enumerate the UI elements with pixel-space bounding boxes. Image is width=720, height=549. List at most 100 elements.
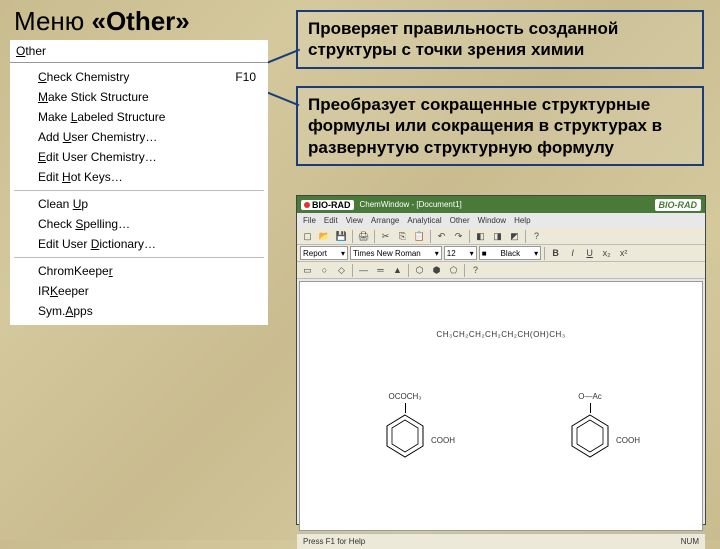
style-select[interactable]: Report▾ xyxy=(300,246,348,260)
menu-item-label: Sym.Apps xyxy=(38,304,93,318)
toolbar-3: ▭ ○ ◇ — ═ ▲ ⬡ ⬢ ⬠ ? xyxy=(297,262,705,279)
label-side: COOH xyxy=(431,436,455,445)
draw-icon[interactable]: ▭ xyxy=(300,263,315,277)
draw-icon[interactable]: ◇ xyxy=(334,263,349,277)
draw-icon[interactable]: — xyxy=(356,263,371,277)
menu-item-label: Clean Up xyxy=(38,197,88,211)
status-num: NUM xyxy=(681,537,699,546)
paste-icon[interactable]: 📋 xyxy=(412,229,427,243)
draw-icon[interactable]: ═ xyxy=(373,263,388,277)
menu-item[interactable]: Make Stick Structure xyxy=(10,87,268,107)
menu-item-label: ChromKeeper xyxy=(38,264,113,278)
style-value: Report xyxy=(303,249,327,258)
font-select[interactable]: Times New Roman▾ xyxy=(350,246,442,260)
menu-item[interactable]: Clean Up xyxy=(10,194,268,214)
titlebar: BIO-RAD ChemWindow - [Document1] BIO-RAD xyxy=(297,196,705,213)
tool-icon[interactable]: ⬢ xyxy=(429,263,444,277)
molecule-left: OCOCH₃ COOH xyxy=(345,392,465,459)
help-icon[interactable]: ? xyxy=(468,263,483,277)
bond-line xyxy=(405,403,406,413)
undo-icon[interactable]: ↶ xyxy=(434,229,449,243)
underline-icon[interactable]: U xyxy=(582,246,597,260)
window-title: ChemWindow - [Document1] xyxy=(360,200,462,209)
menubar-item[interactable]: Help xyxy=(514,216,530,225)
menu-header-u: O xyxy=(16,44,25,58)
draw-icon[interactable]: ▲ xyxy=(390,263,405,277)
toolbar-separator xyxy=(408,264,409,277)
tool-icon[interactable]: ⬠ xyxy=(446,263,461,277)
callout-make-stick: Преобразует сокращенные структурные форм… xyxy=(296,86,704,166)
toolbar-1: ▢ 📂 💾 🖨 ✂ ⎘ 📋 ↶ ↷ ◧ ◨ ◩ ? xyxy=(297,228,705,245)
toolbar-separator xyxy=(374,230,375,243)
menubar-item[interactable]: View xyxy=(346,216,363,225)
toolbar-separator xyxy=(464,264,465,277)
redo-icon[interactable]: ↷ xyxy=(451,229,466,243)
menu-item[interactable]: Sym.Apps xyxy=(10,301,268,321)
print-icon[interactable]: 🖨 xyxy=(356,229,371,243)
molecule-right: O—Ac COOH xyxy=(530,392,650,459)
menu-item[interactable]: Edit User Chemistry… xyxy=(10,147,268,167)
brand-badge: BIO-RAD xyxy=(301,200,354,210)
menu-header[interactable]: Other xyxy=(10,40,268,63)
menu-item-label: Add User Chemistry… xyxy=(38,130,157,144)
font-value: Times New Roman xyxy=(353,249,421,258)
menu-item[interactable]: ChromKeeper xyxy=(10,261,268,281)
menu-item[interactable]: Edit Hot Keys… xyxy=(10,167,268,187)
benzene-ring-icon xyxy=(568,413,612,459)
menu-header-text: ther xyxy=(25,44,46,58)
menubar-item[interactable]: Edit xyxy=(324,216,338,225)
menu-item[interactable]: IRKeeper xyxy=(10,281,268,301)
tool-icon[interactable]: ◨ xyxy=(490,229,505,243)
new-icon[interactable]: ▢ xyxy=(300,229,315,243)
slide-title: Меню «Other» xyxy=(14,6,190,37)
menubar-item[interactable]: Other xyxy=(450,216,470,225)
menu-item[interactable]: Make Labeled Structure xyxy=(10,107,268,127)
size-select[interactable]: 12▾ xyxy=(444,246,477,260)
menu-item-label: Edit Hot Keys… xyxy=(38,170,123,184)
tool-icon[interactable]: ⬡ xyxy=(412,263,427,277)
menu-item-label: Check Chemistry xyxy=(38,70,129,84)
drawing-canvas[interactable]: CH₃CH₂CH₂CH₂CH₂CH(OH)CH₃ OCOCH₃ COOH O—A… xyxy=(299,281,703,531)
chem-formula: CH₃CH₂CH₂CH₂CH₂CH(OH)CH₃ xyxy=(300,330,702,339)
menu-item-label: Check Spelling… xyxy=(38,217,130,231)
italic-icon[interactable]: I xyxy=(565,246,580,260)
menu-item[interactable]: Add User Chemistry… xyxy=(10,127,268,147)
status-text: Press F1 for Help xyxy=(303,537,365,546)
toolbar-separator xyxy=(469,230,470,243)
sup-icon[interactable]: x² xyxy=(616,246,631,260)
title-main: «Other» xyxy=(92,6,190,36)
benzene-ring-icon xyxy=(383,413,427,459)
menu-item-label: Make Labeled Structure xyxy=(38,110,165,124)
menu-item-label: Edit User Dictionary… xyxy=(38,237,156,251)
brand-dot-icon xyxy=(304,202,310,208)
label-top: O—Ac xyxy=(530,392,650,401)
menubar-item[interactable]: File xyxy=(303,216,316,225)
toolbar-separator xyxy=(544,247,545,260)
toolbar-separator xyxy=(352,230,353,243)
title-prefix: Меню xyxy=(14,6,92,36)
menu-item-label: IRKeeper xyxy=(38,284,89,298)
bold-icon[interactable]: B xyxy=(548,246,563,260)
cut-icon[interactable]: ✂ xyxy=(378,229,393,243)
menu-item[interactable]: Check ChemistryF10 xyxy=(10,67,268,87)
label-top: OCOCH₃ xyxy=(345,392,465,401)
help-icon[interactable]: ? xyxy=(529,229,544,243)
open-icon[interactable]: 📂 xyxy=(317,229,332,243)
copy-icon[interactable]: ⎘ xyxy=(395,229,410,243)
menubar: File Edit View Arrange Analytical Other Window… xyxy=(297,213,705,228)
sub-icon[interactable]: x₂ xyxy=(599,246,614,260)
toolbar-separator xyxy=(430,230,431,243)
other-menu: Other Check ChemistryF10Make Stick Struc… xyxy=(10,40,268,325)
menu-item[interactable]: Check Spelling… xyxy=(10,214,268,234)
save-icon[interactable]: 💾 xyxy=(334,229,349,243)
tool-icon[interactable]: ◧ xyxy=(473,229,488,243)
label-side: COOH xyxy=(616,436,640,445)
menu-item[interactable]: Edit User Dictionary… xyxy=(10,234,268,254)
menubar-item[interactable]: Window xyxy=(478,216,506,225)
menubar-item[interactable]: Arrange xyxy=(371,216,399,225)
menubar-item[interactable]: Analytical xyxy=(407,216,441,225)
tool-icon[interactable]: ◩ xyxy=(507,229,522,243)
draw-icon[interactable]: ○ xyxy=(317,263,332,277)
brand-right: BIO-RAD xyxy=(655,199,702,211)
color-select[interactable]: ■Black▾ xyxy=(479,246,541,260)
